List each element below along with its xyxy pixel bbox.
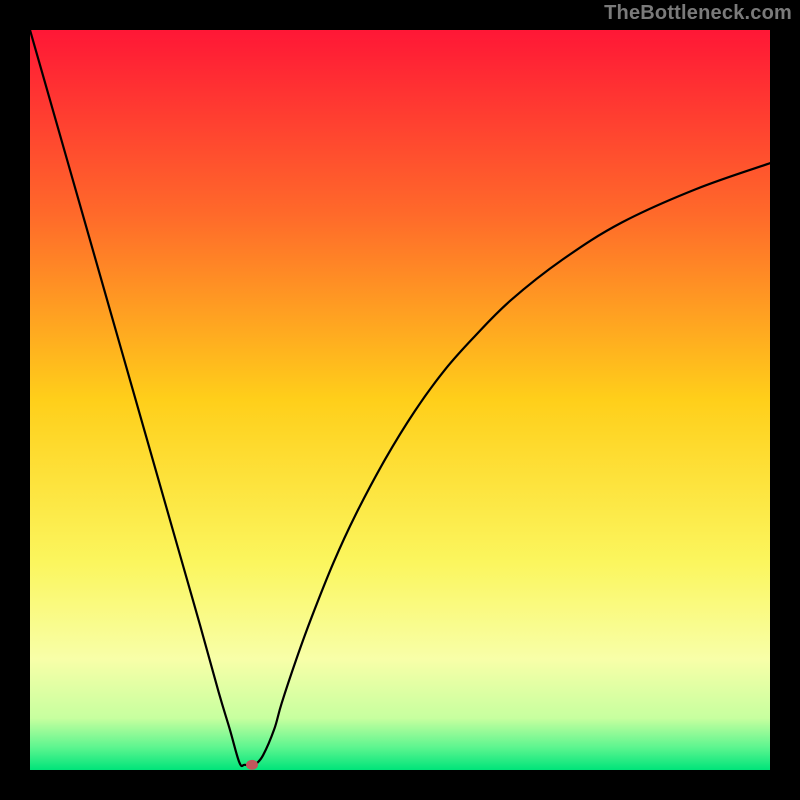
plot-svg	[30, 30, 770, 770]
plot-area	[30, 30, 770, 770]
watermark-text: TheBottleneck.com	[604, 2, 792, 25]
optimal-point-marker	[246, 760, 258, 770]
bottleneck-curve	[30, 30, 770, 766]
chart-frame: TheBottleneck.com	[0, 0, 800, 800]
